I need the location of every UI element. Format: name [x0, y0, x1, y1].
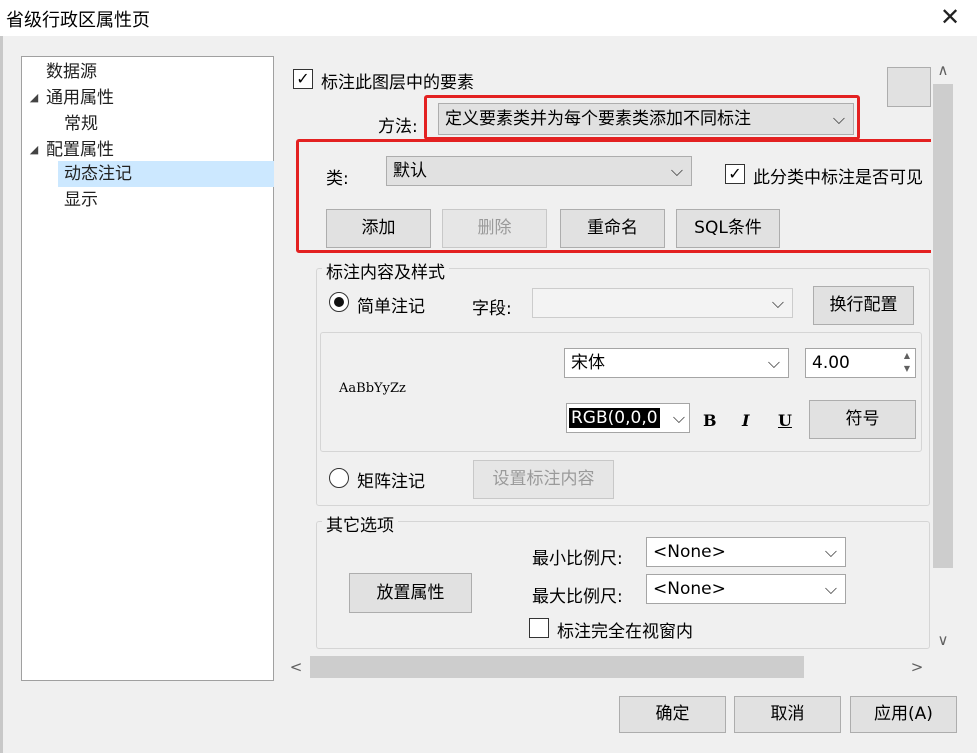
fully-in-view-checkbox[interactable] — [529, 618, 549, 638]
property-tree: 数据源 ◢ 通用属性 常规 ◢ 配置属性 动态注记 显示 — [21, 56, 274, 681]
symbol-button[interactable]: 符号 — [809, 400, 916, 439]
matrix-label-text: 矩阵注记 — [357, 472, 425, 492]
font-size-value: 4.00 — [812, 353, 850, 373]
simple-label-radio[interactable] — [329, 292, 349, 312]
chevron-down-icon: ⌵ — [767, 353, 780, 372]
close-icon[interactable]: ✕ — [938, 4, 962, 30]
class-label: 类: — [326, 169, 349, 189]
window-title: 省级行政区属性页 — [6, 10, 150, 31]
spin-up-icon[interactable]: ▲ — [899, 349, 915, 362]
font-value: 宋体 — [571, 353, 605, 373]
chevron-down-icon: ⌵ — [771, 293, 784, 312]
delete-button[interactable]: 删除 — [442, 209, 547, 248]
other-options-title: 其它选项 — [322, 511, 398, 536]
chevron-down-icon: ⌵ — [824, 579, 837, 598]
class-value: 默认 — [393, 161, 427, 181]
panel-corner-button[interactable] — [887, 67, 931, 107]
add-button[interactable]: 添加 — [326, 209, 431, 248]
class-select[interactable]: 默认 ⌵ — [386, 156, 692, 186]
min-scale-value: <None> — [653, 542, 726, 562]
color-select[interactable]: RGB(0,0,0 ⌵ — [566, 403, 690, 433]
italic-button[interactable]: I — [742, 411, 749, 430]
collapse-triangle-icon[interactable]: ◢ — [27, 85, 41, 111]
label-layer-label: 标注此图层中的要素 — [321, 73, 474, 93]
class-visible-checkbox[interactable]: ✓ — [725, 164, 745, 184]
set-label-content-button[interactable]: 设置标注内容 — [473, 460, 614, 499]
scroll-left-icon[interactable]: < — [286, 656, 306, 678]
method-value: 定义要素类并为每个要素类添加不同标注 — [445, 109, 751, 129]
vertical-scroll-thumb[interactable] — [933, 84, 953, 568]
sql-condition-button[interactable]: SQL条件 — [676, 209, 780, 248]
apply-button[interactable]: 应用(A) — [850, 696, 957, 733]
font-select[interactable]: 宋体 ⌵ — [564, 348, 789, 378]
method-select[interactable]: 定义要素类并为每个要素类添加不同标注 ⌵ — [438, 103, 854, 135]
spin-down-icon[interactable]: ▼ — [899, 362, 915, 375]
tree-item-data-source[interactable]: 数据源 — [46, 59, 97, 85]
ok-button[interactable]: 确定 — [619, 696, 726, 733]
matrix-label-radio[interactable] — [329, 468, 349, 488]
tree-item-general[interactable]: 常规 — [64, 111, 98, 137]
content-style-title: 标注内容及样式 — [322, 258, 449, 283]
font-preview-text: AaBbYyZz — [339, 381, 406, 396]
tree-item-config-properties[interactable]: 配置属性 — [46, 137, 114, 163]
wrap-config-button[interactable]: 换行配置 — [813, 286, 914, 325]
tree-item-dynamic-label[interactable]: 动态注记 — [64, 161, 132, 187]
fully-in-view-label: 标注完全在视窗内 — [557, 622, 693, 642]
scroll-down-icon[interactable]: ∨ — [931, 628, 955, 652]
horizontal-scroll-thumb[interactable] — [310, 656, 804, 678]
chevron-down-icon: ⌵ — [670, 161, 683, 180]
window-edge — [0, 36, 3, 753]
placement-properties-button[interactable]: 放置属性 — [349, 573, 472, 613]
scroll-right-icon[interactable]: > — [907, 656, 927, 678]
max-scale-label: 最大比例尺: — [532, 587, 623, 607]
max-scale-select[interactable]: <None> ⌵ — [646, 574, 846, 604]
class-visible-label: 此分类中标注是否可见 — [753, 168, 923, 188]
radio-selected-dot — [334, 297, 344, 307]
underline-button[interactable]: U — [778, 411, 792, 430]
max-scale-value: <None> — [653, 579, 726, 599]
min-scale-label: 最小比例尺: — [532, 549, 623, 569]
scroll-up-icon[interactable]: ∧ — [931, 58, 955, 82]
label-layer-checkbox[interactable]: ✓ — [293, 69, 313, 89]
field-select[interactable]: ⌵ — [532, 288, 793, 318]
cancel-button[interactable]: 取消 — [734, 696, 841, 733]
collapse-triangle-icon[interactable]: ◢ — [27, 137, 41, 163]
bold-button[interactable]: B — [703, 411, 717, 430]
chevron-down-icon: ⌵ — [672, 408, 685, 427]
min-scale-select[interactable]: <None> ⌵ — [646, 537, 846, 567]
chevron-down-icon: ⌵ — [824, 542, 837, 561]
color-value: RGB(0,0,0 — [569, 408, 660, 428]
simple-label-text: 简单注记 — [357, 297, 425, 317]
field-label: 字段: — [472, 299, 512, 319]
tree-item-display[interactable]: 显示 — [64, 187, 98, 213]
method-label: 方法: — [378, 117, 418, 137]
chevron-down-icon: ⌵ — [832, 109, 845, 128]
rename-button[interactable]: 重命名 — [560, 209, 665, 248]
tree-item-general-properties[interactable]: 通用属性 — [46, 85, 114, 111]
